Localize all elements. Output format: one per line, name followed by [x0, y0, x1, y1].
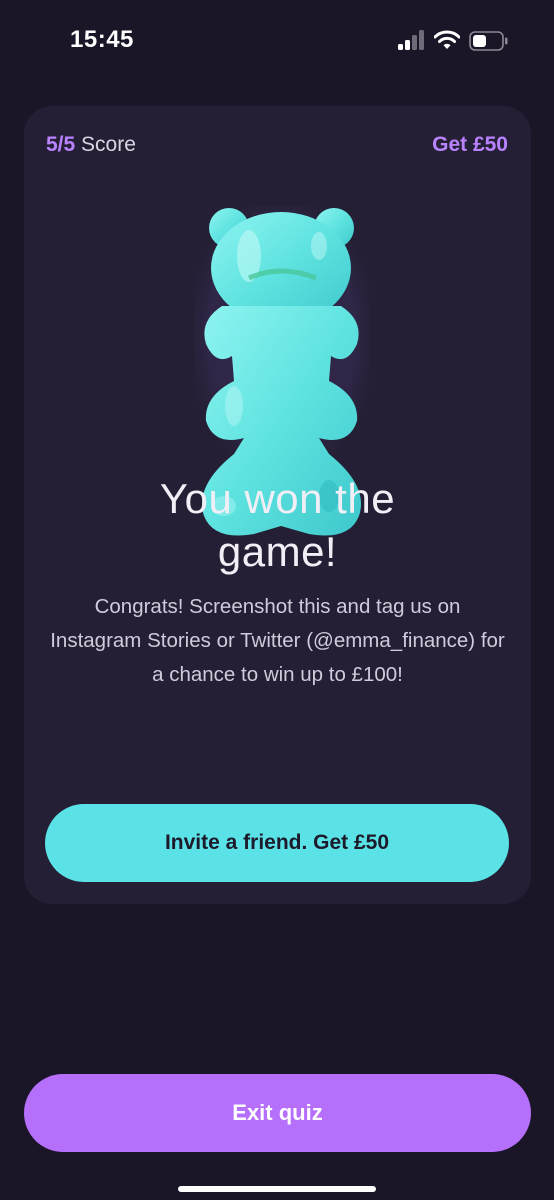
- cellular-signal-icon: [398, 30, 426, 50]
- status-bar: 15:45: [0, 0, 554, 84]
- result-message: Congrats! Screenshot this and tag us on …: [50, 595, 505, 686]
- invite-friend-button[interactable]: Invite a friend. Get £50: [45, 804, 509, 882]
- quiz-result-screen: 15:45 5/5 Score Get £50 You won the game…: [0, 0, 554, 1200]
- result-card: 5/5 Score Get £50 You won the game! Cong…: [24, 106, 531, 904]
- wifi-icon: [434, 30, 460, 49]
- battery-icon: [469, 31, 508, 51]
- score-label: Score: [81, 133, 136, 156]
- exit-quiz-button[interactable]: Exit quiz: [24, 1074, 531, 1152]
- result-title: You won the game!: [159, 475, 396, 575]
- score-value: 5/5: [46, 133, 76, 156]
- score-indicator: 5/5 Score: [46, 133, 136, 157]
- status-time: 15:45: [70, 26, 134, 53]
- home-indicator: [178, 1186, 376, 1192]
- reward-link[interactable]: Get £50: [432, 133, 508, 157]
